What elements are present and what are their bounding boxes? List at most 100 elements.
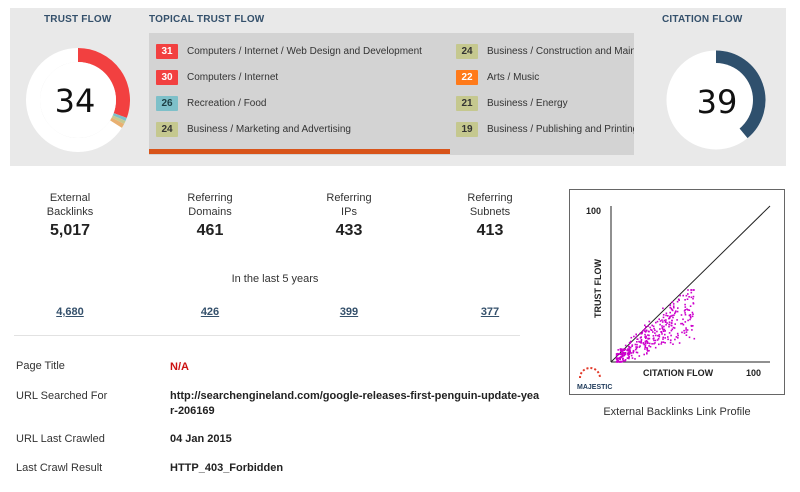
scatter-point <box>629 350 631 352</box>
topics-list[interactable]: 31 Computers / Internet / Web Design and … <box>149 33 634 155</box>
link-profile-chart[interactable]: 100 TRUST FLOW CITATION FLOW 100 MAJESTI… <box>569 189 785 395</box>
stat-referring-ips: Referring IPs 433 <box>294 191 404 240</box>
scatter-point <box>685 331 688 333</box>
scatter-point <box>655 321 657 324</box>
scatter-point <box>652 331 654 333</box>
scatter-point <box>687 293 689 295</box>
scatter-point <box>669 341 672 344</box>
scatter-point <box>616 353 619 356</box>
diagonal-reference-line <box>610 205 771 363</box>
topics-scrollbar-thumb[interactable] <box>149 149 450 154</box>
scatter-point <box>661 321 664 323</box>
scatter-point <box>670 334 672 337</box>
stat-label: IPs <box>341 206 357 218</box>
topic-item[interactable]: 22 Arts / Music <box>456 69 539 85</box>
scatter-point <box>646 352 648 355</box>
scatter-point <box>648 320 651 323</box>
scatter-point <box>629 341 632 344</box>
scatter-point <box>624 353 627 356</box>
x-max-label: 100 <box>746 368 761 378</box>
topic-item[interactable]: 24 Business / Construction and Main <box>456 43 634 59</box>
topic-label: Business / Energy <box>487 97 568 109</box>
trust-flow-heading: TRUST FLOW <box>44 14 112 25</box>
scatter-point <box>659 320 662 322</box>
scatter-point <box>658 334 661 336</box>
scatter-point <box>656 330 658 333</box>
scatter-point <box>634 343 637 346</box>
scatter-point <box>683 329 685 332</box>
scatter-point <box>678 299 680 301</box>
scatter-point <box>626 352 629 355</box>
external-backlinks-5y-link[interactable]: 4,680 <box>40 306 100 318</box>
scatter-point <box>686 329 689 331</box>
scatter-point <box>692 302 695 304</box>
scatter-point <box>657 334 659 337</box>
scatter-point <box>668 325 670 328</box>
scatter-point <box>616 358 618 361</box>
scatter-point <box>644 348 646 350</box>
scatter-point <box>618 353 621 355</box>
scatter-point <box>644 344 647 347</box>
url-searched-label: URL Searched For <box>16 390 108 402</box>
scatter-point <box>692 313 694 315</box>
majestic-logo: MAJESTIC <box>577 367 612 391</box>
scatter-point <box>658 335 661 338</box>
scatter-point <box>624 348 627 351</box>
scatter-point <box>628 357 630 360</box>
scatter-point <box>641 330 644 333</box>
topic-item[interactable]: 30 Computers / Internet <box>156 69 278 85</box>
referring-subnets-5y-link[interactable]: 377 <box>460 306 520 318</box>
scatter-point <box>666 322 668 324</box>
scatter-point <box>628 352 630 355</box>
topic-label: Business / Construction and Main <box>487 45 634 57</box>
referring-ips-5y-link[interactable]: 399 <box>319 306 379 318</box>
scatter-point <box>662 316 665 319</box>
scatter-point <box>639 345 641 347</box>
topic-item[interactable]: 21 Business / Energy <box>456 95 568 111</box>
topics-scrollbar[interactable] <box>149 149 634 154</box>
trust-flow-segment <box>112 113 127 122</box>
scatter-point <box>663 325 665 328</box>
scatter-point <box>626 357 629 359</box>
scatter-point <box>654 339 657 342</box>
url-searched-value: http://searchengineland.com/google-relea… <box>170 390 540 417</box>
scatter-point <box>688 336 691 339</box>
scatter-point <box>660 341 663 343</box>
scatter-point <box>636 343 638 346</box>
scatter-point <box>685 294 688 297</box>
topic-item[interactable]: 31 Computers / Internet / Web Design and … <box>156 43 422 59</box>
scatter-point <box>619 348 622 350</box>
scatter-point <box>651 343 653 345</box>
scatter-point <box>690 324 693 327</box>
link-profile-caption: External Backlinks Link Profile <box>603 406 751 418</box>
topic-item[interactable]: 19 Business / Publishing and Printing <box>456 121 634 137</box>
stat-label: Domains <box>188 206 232 218</box>
scatter-point <box>662 338 664 340</box>
scatter-point <box>638 355 641 357</box>
scatter-point <box>648 330 650 333</box>
scatter-point <box>654 332 656 334</box>
topic-label: Arts / Music <box>487 71 540 83</box>
scatter-point <box>687 289 689 291</box>
scatter-point <box>649 345 652 348</box>
scatter-point <box>684 313 687 316</box>
scatter-point <box>663 319 666 322</box>
scatter-point <box>668 321 671 323</box>
topic-item[interactable]: 26 Recreation / Food <box>156 95 267 111</box>
scatter-point <box>642 342 645 345</box>
scatter-point <box>670 329 673 332</box>
scatter-point <box>661 333 663 335</box>
trust-flow-score: 34 <box>54 82 96 120</box>
scatter-point <box>665 324 667 326</box>
topic-item[interactable]: 24 Business / Marketing and Advertising <box>156 121 351 137</box>
scatter-point <box>677 337 679 339</box>
scatter-point <box>683 332 686 334</box>
scatter-point <box>684 312 686 314</box>
scatter-point <box>638 340 640 343</box>
referring-domains-5y-link[interactable]: 426 <box>180 306 240 318</box>
scatter-point <box>680 314 683 316</box>
y-max-label: 100 <box>586 206 601 216</box>
scatter-point <box>618 357 620 360</box>
scatter-point <box>691 311 694 314</box>
scatter-point <box>672 303 675 305</box>
